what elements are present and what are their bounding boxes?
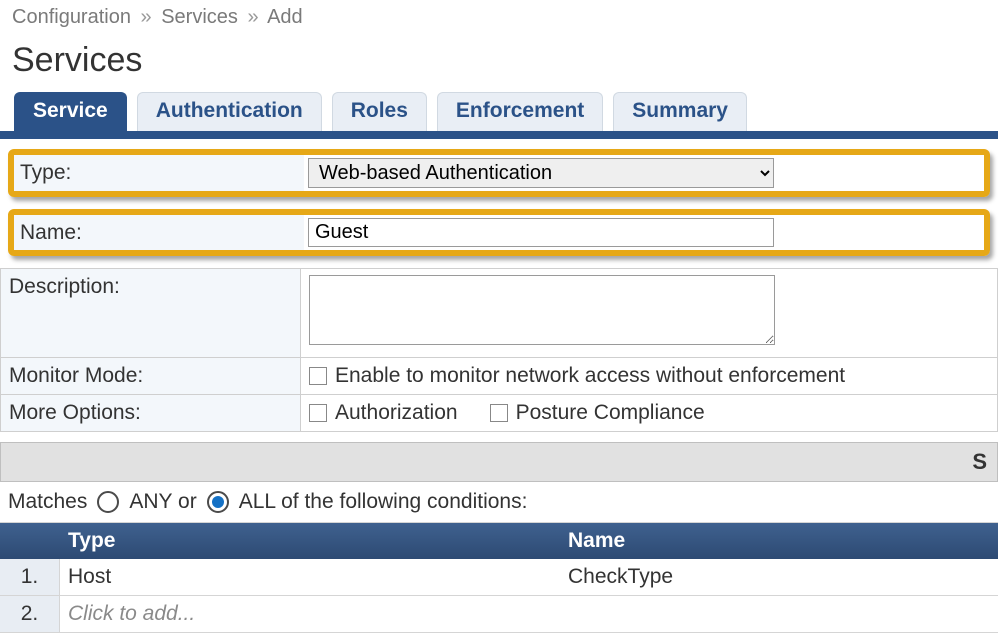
conditions-header-type: Type [60,523,560,559]
condition-row-add[interactable]: 2. Click to add... [0,596,998,633]
section-header-bar: S [0,442,998,482]
type-label: Type: [14,155,304,191]
conditions-header: Type Name [0,523,998,559]
tab-active-bar [0,131,998,139]
matches-all-label: ALL of the following conditions: [239,490,528,514]
tab-roles[interactable]: Roles [332,92,427,131]
page-title: Services [0,35,998,92]
tab-service[interactable]: Service [14,92,127,131]
condition-row[interactable]: 1. Host CheckType [0,559,998,596]
authorization-label: Authorization [335,401,458,425]
monitor-mode-text: Enable to monitor network access without… [335,364,845,388]
matches-all-radio[interactable] [207,491,229,513]
more-options-label: More Options: [1,395,301,432]
posture-compliance-label: Posture Compliance [516,401,705,425]
monitor-mode-checkbox[interactable] [309,367,327,385]
matches-label: Matches [8,490,87,514]
description-label: Description: [1,269,301,358]
condition-row-type[interactable]: Host [60,559,560,595]
name-row-highlight: Name: [0,209,998,256]
breadcrumb-item[interactable]: Add [267,6,303,28]
breadcrumb-sep: » [137,6,156,28]
breadcrumb-item[interactable]: Services [161,6,238,28]
breadcrumb: Configuration » Services » Add [0,0,998,35]
condition-row-num: 1. [0,559,60,595]
posture-compliance-checkbox[interactable] [490,404,508,422]
description-textarea[interactable] [309,275,775,345]
type-select[interactable]: Web-based Authentication [308,158,774,188]
tab-row: Service Authentication Roles Enforcement… [0,92,998,131]
matches-row: Matches ANY or ALL of the following cond… [0,482,998,523]
type-row-highlight: Type: Web-based Authentication [0,149,998,197]
form-table: Description: Monitor Mode: Enable to mon… [0,268,998,432]
condition-row-name[interactable]: CheckType [560,559,998,595]
breadcrumb-item[interactable]: Configuration [12,6,131,28]
tab-authentication[interactable]: Authentication [137,92,322,131]
matches-any-label: ANY or [129,490,196,514]
conditions-header-name: Name [560,523,998,559]
monitor-mode-label: Monitor Mode: [1,358,301,395]
authorization-checkbox[interactable] [309,404,327,422]
name-label: Name: [14,215,304,250]
matches-any-radio[interactable] [97,491,119,513]
tab-enforcement[interactable]: Enforcement [437,92,603,131]
breadcrumb-sep: » [243,6,262,28]
tab-summary[interactable]: Summary [613,92,747,131]
name-input[interactable] [308,218,774,247]
